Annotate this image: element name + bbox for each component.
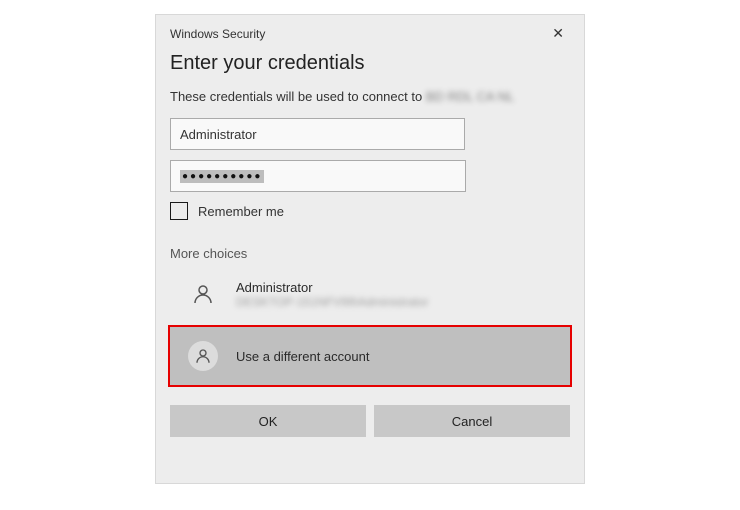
subtext-prefix: These credentials will be used to connec… [170,89,426,104]
person-icon-circle-wrap [186,339,220,373]
titlebar: Windows Security ✕ [156,15,584,48]
choice-different-account[interactable]: Use a different account [168,325,572,387]
credentials-dialog: Windows Security ✕ Enter your credential… [155,14,585,484]
ok-button[interactable]: OK [170,405,366,437]
cancel-button[interactable]: Cancel [374,405,570,437]
person-icon [186,277,220,311]
choice-different-label: Use a different account [236,349,369,364]
dialog-content: Enter your credentials These credentials… [156,48,584,449]
window-title: Windows Security [170,27,265,41]
username-value: Administrator [180,127,257,142]
subtext-target: BD RDL CA NL [426,89,514,104]
choice-administrator[interactable]: Administrator DESKTOP-151NFV99\Administr… [170,271,570,317]
password-input[interactable]: ●●●●●●●●●● [170,160,466,192]
dialog-subtext: These credentials will be used to connec… [170,89,570,104]
choice-different-text: Use a different account [236,349,369,364]
choice-admin-text: Administrator DESKTOP-151NFV99\Administr… [236,280,429,309]
password-masked: ●●●●●●●●●● [180,170,264,183]
more-choices-label: More choices [170,246,570,261]
choice-admin-name: Administrator [236,280,429,295]
username-input[interactable]: Administrator [170,118,465,150]
remember-label: Remember me [198,204,284,219]
remember-checkbox[interactable] [170,202,188,220]
close-icon[interactable]: ✕ [546,23,570,44]
button-row: OK Cancel [170,405,570,437]
choice-admin-detail: DESKTOP-151NFV99\Administrator [236,295,429,309]
person-icon-circle [188,341,218,371]
dialog-heading: Enter your credentials [170,52,570,75]
remember-row: Remember me [170,202,570,220]
